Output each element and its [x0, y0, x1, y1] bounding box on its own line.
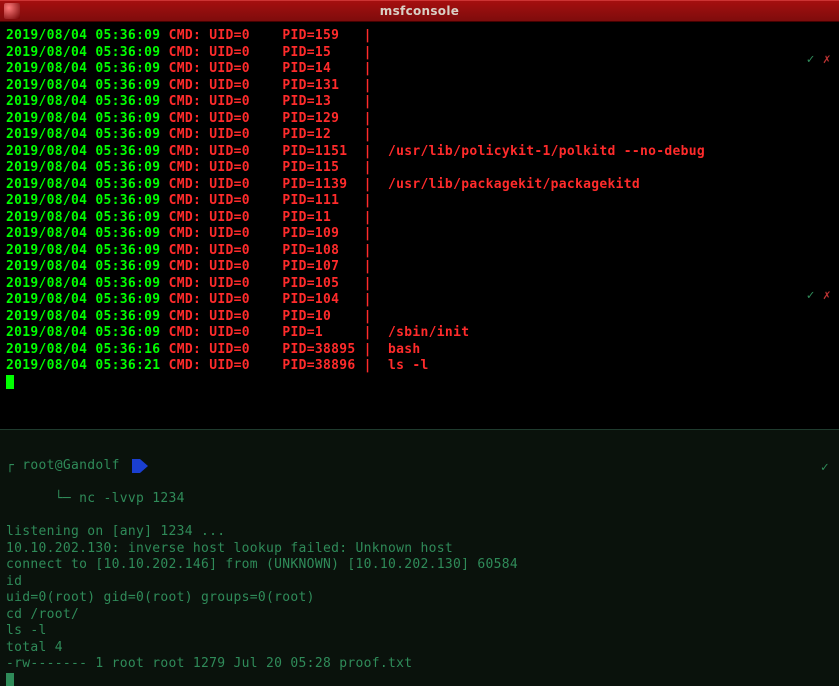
cursor-icon	[6, 673, 14, 686]
output-line: connect to [10.10.202.146] from (UNKNOWN…	[6, 557, 833, 574]
process-log: 2019/08/04 05:36:09 CMD: UID=0 PID=159 |…	[6, 28, 833, 375]
pane-top[interactable]: ✓ ✗ ✓ ✗ 2019/08/04 05:36:09 CMD: UID=0 P…	[0, 22, 839, 430]
log-row: 2019/08/04 05:36:09 CMD: UID=0 PID=109 |	[6, 226, 833, 243]
window-titlebar[interactable]: msfconsole	[0, 0, 839, 22]
log-row: 2019/08/04 05:36:09 CMD: UID=0 PID=129 |	[6, 111, 833, 128]
log-row: 2019/08/04 05:36:09 CMD: UID=0 PID=1139 …	[6, 177, 833, 194]
output-line: listening on [any] 1234 ...	[6, 524, 833, 541]
prompt-userhost: root@Gandolf	[14, 458, 128, 475]
log-row: 2019/08/04 05:36:09 CMD: UID=0 PID=1151 …	[6, 144, 833, 161]
output-line: 10.10.202.130: inverse host lookup faile…	[6, 541, 833, 558]
log-row: 2019/08/04 05:36:09 CMD: UID=0 PID=115 |	[6, 160, 833, 177]
log-row: 2019/08/04 05:36:09 CMD: UID=0 PID=14 |	[6, 61, 833, 78]
log-row: 2019/08/04 05:36:09 CMD: UID=0 PID=108 |	[6, 243, 833, 260]
log-row: 2019/08/04 05:36:09 CMD: UID=0 PID=105 |	[6, 276, 833, 293]
log-row: 2019/08/04 05:36:09 CMD: UID=0 PID=1 | /…	[6, 325, 833, 342]
pane-bottom[interactable]: ✓ ┌ root@Gandolf └─ nc -lvvp 1234 listen…	[0, 430, 839, 686]
log-row: 2019/08/04 05:36:09 CMD: UID=0 PID=159 |	[6, 28, 833, 45]
output-line: ls -l	[6, 623, 833, 640]
output-line: uid=0(root) gid=0(root) groups=0(root)	[6, 590, 833, 607]
log-row: 2019/08/04 05:36:16 CMD: UID=0 PID=38895…	[6, 342, 833, 359]
output-line: total 4	[6, 640, 833, 657]
pane-indicator-mid: ✓ ✗	[801, 288, 831, 305]
output-line: cd /root/	[6, 607, 833, 624]
output-line: id	[6, 574, 833, 591]
log-row: 2019/08/04 05:36:21 CMD: UID=0 PID=38896…	[6, 358, 833, 375]
pane-indicator-bottom: ✓	[821, 460, 829, 477]
cursor-icon	[6, 375, 14, 389]
pane-indicator-top: ✓ ✗	[801, 52, 831, 69]
prompt-branch-icon: ┌	[6, 458, 14, 475]
output-line: -rw------- 1 root root 1279 Jul 20 05:28…	[6, 656, 833, 673]
log-row: 2019/08/04 05:36:09 CMD: UID=0 PID=15 |	[6, 45, 833, 62]
prompt-arrow-icon	[132, 459, 140, 473]
log-row: 2019/08/04 05:36:09 CMD: UID=0 PID=107 |	[6, 259, 833, 276]
netcat-output: listening on [any] 1234 ...10.10.202.130…	[6, 524, 833, 673]
shell-prompt: ┌ root@Gandolf	[6, 458, 833, 475]
log-row: 2019/08/04 05:36:09 CMD: UID=0 PID=111 |	[6, 193, 833, 210]
prompt-command: nc -lvvp 1234	[71, 491, 185, 506]
log-row: 2019/08/04 05:36:09 CMD: UID=0 PID=11 |	[6, 210, 833, 227]
prompt-branch2-icon: └─	[55, 491, 71, 506]
log-row: 2019/08/04 05:36:09 CMD: UID=0 PID=13 |	[6, 94, 833, 111]
log-row: 2019/08/04 05:36:09 CMD: UID=0 PID=10 |	[6, 309, 833, 326]
window-title: msfconsole	[0, 3, 839, 20]
log-row: 2019/08/04 05:36:09 CMD: UID=0 PID=12 |	[6, 127, 833, 144]
tmux-workspace: ✓ ✗ ✓ ✗ 2019/08/04 05:36:09 CMD: UID=0 P…	[0, 22, 839, 686]
log-row: 2019/08/04 05:36:09 CMD: UID=0 PID=131 |	[6, 78, 833, 95]
log-row: 2019/08/04 05:36:09 CMD: UID=0 PID=104 |	[6, 292, 833, 309]
